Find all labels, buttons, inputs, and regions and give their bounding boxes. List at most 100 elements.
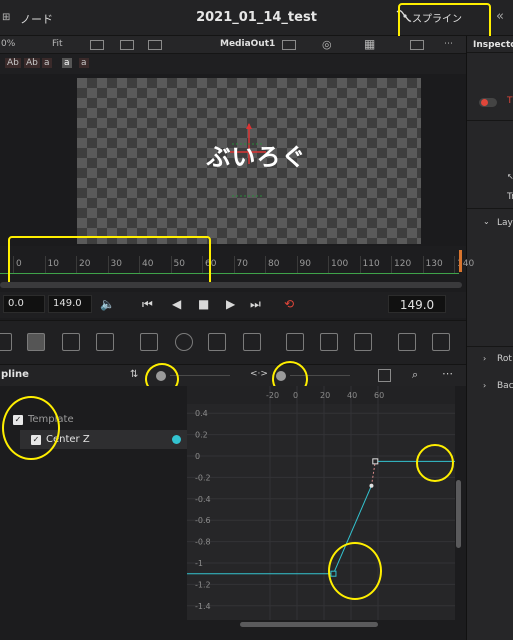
inspector-section-layout[interactable]: Lay — [497, 218, 513, 228]
chevron-right-icon[interactable]: › — [483, 381, 486, 390]
current-time-field[interactable]: 149.0 — [388, 295, 446, 313]
graph-y-tick-label: -1 — [195, 559, 203, 568]
inspector-panel: Inspecto T ↖ Tr ⌄ Lay › Rot › Bac — [466, 36, 513, 640]
background-tool-icon[interactable] — [0, 333, 12, 351]
loop-icon[interactable]: ⟲ — [284, 297, 294, 311]
inspector-section-rotation[interactable]: Rot — [497, 354, 512, 364]
zoom-to-fit-icon[interactable] — [378, 369, 391, 382]
graph-x-tick-label: 0 — [293, 391, 298, 400]
sort-arrows-icon[interactable]: ⇅ — [130, 369, 138, 380]
collapse-icon[interactable]: « — [496, 9, 504, 24]
go-to-start-icon[interactable]: ⏮ — [142, 297, 153, 312]
graph-horizontal-scrollbar[interactable] — [240, 622, 378, 627]
graph-x-tick-label: 60 — [374, 391, 384, 400]
ruler-tick-line — [233, 256, 235, 274]
spline-header: pline ⇅ <·> ⌕ ⋯ — [0, 364, 466, 386]
ruler-tick-line — [265, 256, 266, 274]
stop-icon[interactable]: ■ — [198, 297, 209, 311]
graph-y-tick-label: -0.2 — [195, 473, 211, 482]
transport-bar: 0.0 149.0 🔈 ⏮ ◀ ■ ▶ ⏭ ⟲ 149.0 — [0, 292, 466, 318]
more-options-icon[interactable]: ⋯ — [444, 39, 453, 49]
spline-graph-canvas[interactable]: -20 0 20 40 60 0.4 0.2 0 -0.2 -0.4 -0.6 -0.8 -1 -1.2 -… — [187, 386, 455, 620]
particle-render-icon[interactable] — [320, 333, 338, 351]
ruler-tick-label: 90 — [299, 259, 311, 269]
highlight-keyframe-high — [416, 444, 454, 482]
spline-panel-title: pline — [1, 369, 29, 380]
chevron-down-icon[interactable]: ⌄ — [483, 217, 490, 226]
highlight-ruler — [8, 236, 211, 288]
end-time-field[interactable]: 149.0 — [48, 295, 92, 313]
spline-handle-line — [370, 461, 376, 486]
more-options-icon[interactable]: ⋯ — [442, 367, 453, 380]
highlight-tree-checkbox — [2, 396, 60, 460]
polygon-mask-icon[interactable] — [208, 333, 226, 351]
rectangle-mask-icon[interactable] — [140, 333, 158, 351]
text-tool-2[interactable]: Ab — [24, 58, 40, 68]
text-tool-row: Ab Ab a a a — [0, 54, 466, 74]
fit-dropdown[interactable]: Fit — [52, 39, 63, 49]
ellipse-mask-icon[interactable] — [175, 333, 193, 351]
graph-y-tick-label: -1.2 — [195, 580, 211, 589]
go-to-end-icon[interactable]: ⏭ — [250, 297, 261, 312]
graph-vertical-scrollbar[interactable] — [456, 480, 461, 548]
ruler-tick-label: 100 — [331, 259, 349, 269]
bspline-mask-icon[interactable] — [243, 333, 261, 351]
channel-icon[interactable] — [148, 40, 162, 50]
playhead[interactable] — [459, 250, 462, 272]
graph-y-tick-label: -0.8 — [195, 538, 211, 547]
particle-emitter-icon[interactable] — [286, 333, 304, 351]
graph-y-tick-label: 0 — [195, 452, 200, 461]
graph-y-tick-label: -0.6 — [195, 516, 211, 525]
chevron-right-icon[interactable]: › — [483, 354, 486, 363]
text-tool-5[interactable]: a — [79, 58, 89, 68]
paint-tool-icon[interactable] — [27, 333, 45, 351]
render3d-tool-icon[interactable] — [432, 333, 450, 351]
ruler-tick-line — [454, 256, 455, 274]
audio-icon[interactable]: 🔈 — [100, 297, 115, 311]
zoom-icon[interactable]: ⌕ — [412, 368, 418, 382]
inspector-tool-icon[interactable]: ↖ — [507, 172, 513, 181]
ruler-tick-label: 70 — [236, 259, 248, 269]
graph-x-tick-label: -20 — [266, 391, 279, 400]
ruler-tick-label: 80 — [268, 259, 280, 269]
image-plane-tool-icon[interactable] — [62, 333, 80, 351]
roi-icon[interactable] — [120, 40, 134, 50]
view-layout-icon[interactable] — [90, 40, 104, 50]
merge-tool-icon[interactable] — [96, 333, 114, 351]
spline-handle-point — [369, 483, 374, 488]
viewer-output-label[interactable]: MediaOut1 — [220, 39, 275, 49]
grid-icon[interactable]: ▦ — [364, 37, 375, 51]
text-tool-3[interactable]: a — [42, 58, 52, 68]
inspector-tab-text[interactable]: T — [507, 96, 513, 106]
graph-y-tick-label: -1.4 — [195, 602, 211, 611]
curve-color-swatch[interactable] — [172, 435, 181, 444]
zoom-slider-track-left[interactable] — [170, 375, 230, 376]
text-tool-1[interactable]: Ab — [5, 58, 21, 68]
play-icon[interactable]: ▶ — [226, 297, 235, 311]
ruler-tick-line — [422, 256, 424, 274]
ruler-tick-line — [359, 256, 361, 274]
color-wheel-icon[interactable]: ◎ — [322, 38, 332, 51]
viewer-panel[interactable]: ぶいろぐ — [0, 74, 466, 246]
text-tool-4[interactable]: a — [62, 58, 72, 68]
highlight-keyframe-low — [328, 542, 382, 600]
graph-y-tick-label: 0.2 — [195, 431, 208, 440]
zoom-dropdown[interactable]: 0% — [1, 39, 15, 49]
play-reverse-icon[interactable]: ◀ — [172, 297, 181, 311]
graph-y-tick-label: 0.4 — [195, 409, 208, 418]
shape3d-tool-icon[interactable] — [398, 333, 416, 351]
fit-horizontal-icon[interactable]: <·> — [250, 369, 268, 379]
inspector-title[interactable]: Inspecto — [473, 40, 513, 50]
ruler-tick-line — [296, 256, 298, 274]
inspector-tab-transform[interactable]: Tr — [507, 192, 513, 202]
spline-keyframe — [372, 458, 379, 465]
inspector-section-background[interactable]: Bac — [497, 381, 513, 391]
ruler-tick-line — [328, 256, 329, 274]
enable-toggle[interactable] — [479, 98, 497, 107]
fullscreen-icon[interactable] — [410, 40, 424, 50]
timeline-scrollbar[interactable] — [0, 282, 462, 288]
text3d-tool-icon[interactable] — [354, 333, 372, 351]
spline-graph[interactable]: -20 0 20 40 60 0.4 0.2 0 -0.2 -0.4 -0.6 -0.8 -1 -1.2 -… — [187, 386, 455, 620]
lut-icon[interactable] — [282, 40, 296, 50]
start-time-field[interactable]: 0.0 — [3, 295, 45, 313]
